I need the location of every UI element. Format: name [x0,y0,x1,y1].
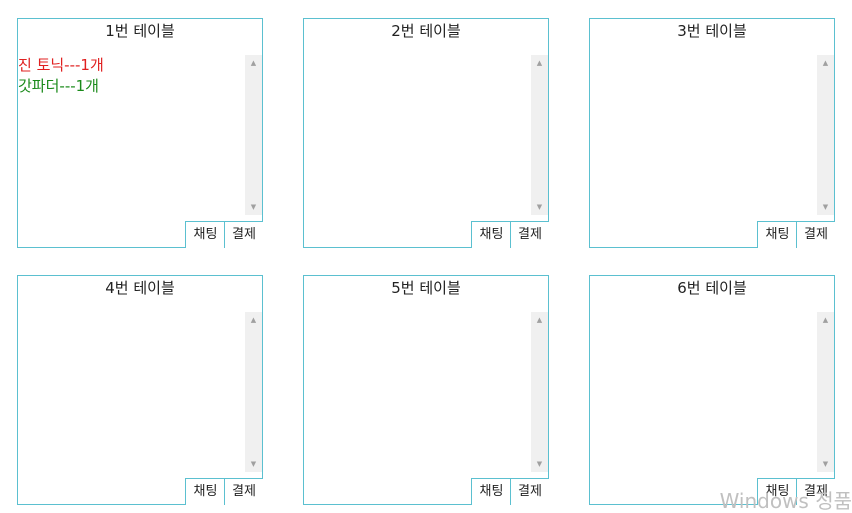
scroll-up-arrow-icon[interactable]: ▲ [531,313,548,327]
order-list-scrollbar[interactable]: ▲ ▼ [531,312,548,472]
chat-button[interactable]: 채팅 [185,221,225,248]
order-list[interactable] [590,55,816,215]
scroll-up-arrow-icon[interactable]: ▲ [531,56,548,70]
scroll-up-arrow-icon[interactable]: ▲ [245,56,262,70]
pay-button[interactable]: 결제 [796,221,835,248]
table-title: 6번 테이블 [677,279,747,297]
table-title: 3번 테이블 [677,22,747,40]
table-panel-2: 2번 테이블 ▲ ▼ 채팅 결제 [303,18,549,248]
order-list-scrollbar[interactable]: ▲ ▼ [817,312,834,472]
scroll-up-arrow-icon[interactable]: ▲ [817,313,834,327]
table-panel-5: 5번 테이블 ▲ ▼ 채팅 결제 [303,275,549,505]
table-title: 5번 테이블 [391,279,461,297]
table-title: 2번 테이블 [391,22,461,40]
order-list-scrollbar[interactable]: ▲ ▼ [245,312,262,472]
chat-button[interactable]: 채팅 [757,221,797,248]
scroll-down-arrow-icon[interactable]: ▼ [531,457,548,471]
pay-button[interactable]: 결제 [224,478,263,505]
scroll-down-arrow-icon[interactable]: ▼ [817,200,834,214]
order-list-scrollbar[interactable]: ▲ ▼ [245,55,262,215]
order-list[interactable] [304,312,530,472]
order-list[interactable] [590,312,816,472]
pay-button[interactable]: 결제 [224,221,263,248]
pay-button[interactable]: 결제 [510,478,549,505]
scroll-up-arrow-icon[interactable]: ▲ [245,313,262,327]
order-item[interactable]: 진 토닉---1개 [18,55,244,76]
order-list[interactable] [304,55,530,215]
table-panel-1: 1번 테이블 진 토닉---1개 갓파더---1개 ▲ ▼ 채팅 결제 [17,18,263,248]
table-title: 4번 테이블 [105,279,175,297]
table-panel-3: 3번 테이블 ▲ ▼ 채팅 결제 [589,18,835,248]
chat-button[interactable]: 채팅 [185,478,225,505]
windows-activation-watermark: Windows 정품 [719,489,852,513]
order-list[interactable] [18,312,244,472]
pay-button[interactable]: 결제 [510,221,549,248]
order-item[interactable]: 갓파더---1개 [18,76,244,97]
scroll-up-arrow-icon[interactable]: ▲ [817,56,834,70]
scroll-down-arrow-icon[interactable]: ▼ [531,200,548,214]
scroll-down-arrow-icon[interactable]: ▼ [245,200,262,214]
table-panel-4: 4번 테이블 ▲ ▼ 채팅 결제 [17,275,263,505]
chat-button[interactable]: 채팅 [471,221,511,248]
table-title: 1번 테이블 [105,22,175,40]
order-list-scrollbar[interactable]: ▲ ▼ [531,55,548,215]
scroll-down-arrow-icon[interactable]: ▼ [245,457,262,471]
order-list-scrollbar[interactable]: ▲ ▼ [817,55,834,215]
table-panel-6: 6번 테이블 ▲ ▼ 채팅 결제 [589,275,835,505]
order-list[interactable]: 진 토닉---1개 갓파더---1개 [18,55,244,215]
scroll-down-arrow-icon[interactable]: ▼ [817,457,834,471]
chat-button[interactable]: 채팅 [471,478,511,505]
